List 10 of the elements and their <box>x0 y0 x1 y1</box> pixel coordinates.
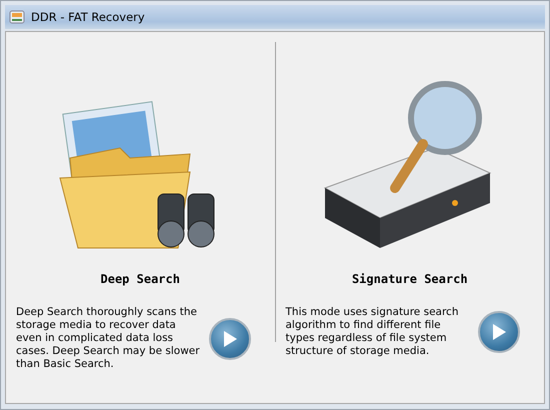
mode-description: Deep Search thoroughly scans the storage media to recover data even in complicated data loss cases. Deep Search may be slower than Basic Search. <box>16 306 201 371</box>
mode-title: Signature Search <box>352 272 468 286</box>
window-title: DDR - FAT Recovery <box>31 10 145 24</box>
play-icon <box>222 330 238 348</box>
start-button[interactable] <box>208 318 250 360</box>
mode-title: Deep Search <box>100 272 180 286</box>
app-icon <box>9 9 25 25</box>
mode-description: This mode uses signature search algorithm to find different file types regardless of file system structure of storage media. <box>286 306 460 358</box>
play-icon <box>491 323 507 341</box>
start-button[interactable] <box>478 311 520 353</box>
